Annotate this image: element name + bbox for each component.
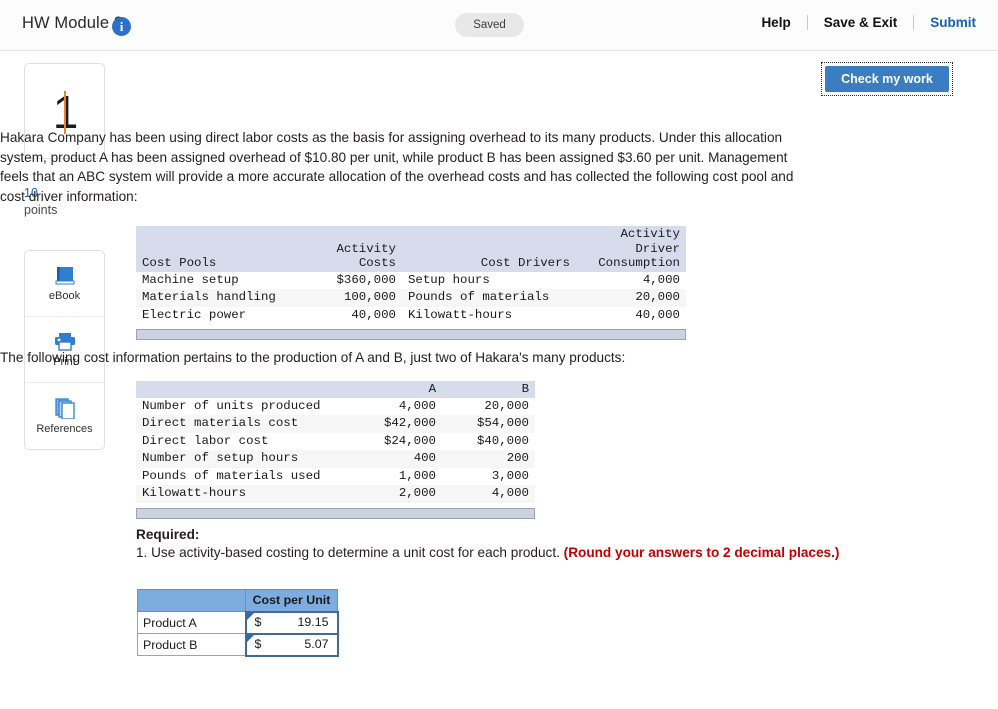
answer-input-product-a[interactable]: $ 19.15	[246, 612, 338, 634]
row-label-product-b: Product B	[138, 634, 246, 656]
cell: Direct materials cost	[136, 415, 349, 433]
table-row: Direct materials cost $42,000 $54,000	[136, 415, 535, 433]
table-row: Number of setup hours 400 200	[136, 450, 535, 468]
tool-label: References	[36, 423, 92, 435]
table-row: Electric power 40,000 Kilowatt-hours 40,…	[136, 307, 686, 325]
answer-value: 19.15	[297, 615, 328, 629]
col-header-b: B	[442, 381, 535, 398]
table-row: Kilowatt-hours 2,000 4,000	[136, 485, 535, 503]
cell: Number of units produced	[136, 398, 349, 416]
required-rounding-note: (Round your answers to 2 decimal places.…	[564, 545, 840, 560]
cell: 3,000	[442, 468, 535, 486]
product-cost-table-wrapper: A B Number of units produced 4,000 20,00…	[136, 381, 535, 519]
product-cost-table: A B Number of units produced 4,000 20,00…	[136, 381, 535, 503]
comment-marker-icon	[247, 635, 254, 642]
answer-input-product-b[interactable]: $ 5.07	[246, 634, 338, 656]
cell: Number of setup hours	[136, 450, 349, 468]
cell: 100,000	[298, 289, 402, 307]
cell: $360,000	[298, 272, 402, 290]
table-row: Product A $ 19.15	[138, 612, 338, 634]
required-item-1: 1. Use activity-based costing to determi…	[136, 545, 839, 560]
cell: Kilowatt-hours	[136, 485, 349, 503]
table-row: Machine setup $360,000 Setup hours 4,000	[136, 272, 686, 290]
cell: $42,000	[349, 415, 442, 433]
problem-paragraph-1: Hakara Company has been using direct lab…	[0, 128, 818, 206]
currency-symbol: $	[255, 637, 262, 651]
tool-references[interactable]: References	[25, 383, 104, 449]
cell: 400	[349, 450, 442, 468]
cell: $40,000	[442, 433, 535, 451]
info-icon[interactable]: i	[112, 17, 131, 36]
horizontal-scrollbar[interactable]	[136, 329, 686, 340]
col-header-cost-drivers: Cost Drivers	[402, 226, 576, 272]
row-label-product-a: Product A	[138, 612, 246, 634]
table-row: Product B $ 5.07	[138, 634, 338, 656]
tool-label: eBook	[49, 290, 80, 302]
cell: Kilowatt-hours	[402, 307, 576, 325]
save-and-exit-link[interactable]: Save & Exit	[808, 15, 914, 30]
status-badge-saved: Saved	[455, 13, 524, 37]
cell: Machine setup	[136, 272, 298, 290]
table-row: Pounds of materials used 1,000 3,000	[136, 468, 535, 486]
check-my-work-focus-ring: Check my work	[821, 62, 953, 96]
answer-table: Cost per Unit Product A $ 19.15 Product …	[137, 589, 339, 657]
submit-link[interactable]: Submit	[914, 15, 976, 30]
cell: $54,000	[442, 415, 535, 433]
cell: Direct labor cost	[136, 433, 349, 451]
cell: 20,000	[576, 289, 686, 307]
table-row: Materials handling 100,000 Pounds of mat…	[136, 289, 686, 307]
cell: 1,000	[349, 468, 442, 486]
cell: Materials handling	[136, 289, 298, 307]
cell: Setup hours	[402, 272, 576, 290]
table-header-row: Cost per Unit	[138, 590, 338, 612]
problem-paragraph-2: The following cost information pertains …	[0, 348, 818, 368]
cell: 40,000	[576, 307, 686, 325]
required-heading: Required:	[136, 527, 199, 542]
table-header-row: Cost Pools Activity Costs Cost Drivers A…	[136, 226, 686, 272]
col-header-blank	[136, 381, 349, 398]
top-header-bar: HW Module 2 i Saved Help Save & Exit Sub…	[0, 0, 998, 51]
cell: Pounds of materials used	[136, 468, 349, 486]
header-actions: Help Save & Exit Submit	[745, 15, 976, 30]
cell: 40,000	[298, 307, 402, 325]
col-header-blank	[138, 590, 246, 612]
answer-table-wrapper: Cost per Unit Product A $ 19.15 Product …	[137, 589, 339, 657]
tool-ebook[interactable]: eBook	[25, 251, 104, 317]
table-row: Direct labor cost $24,000 $40,000	[136, 433, 535, 451]
col-header-driver-consumption: Activity Driver Consumption	[576, 226, 686, 272]
horizontal-scrollbar[interactable]	[136, 508, 535, 519]
cell: Pounds of materials	[402, 289, 576, 307]
help-link[interactable]: Help	[745, 15, 806, 30]
col-header-activity-costs: Activity Costs	[298, 226, 402, 272]
col-header-a: A	[349, 381, 442, 398]
cost-pool-table-wrapper: Cost Pools Activity Costs Cost Drivers A…	[136, 226, 686, 340]
check-my-work-button[interactable]: Check my work	[825, 66, 949, 92]
cell: Electric power	[136, 307, 298, 325]
cell: 4,000	[349, 398, 442, 416]
currency-symbol: $	[255, 615, 262, 629]
cell: 2,000	[349, 485, 442, 503]
page-title: HW Module 2	[22, 14, 123, 33]
cell: 4,000	[442, 485, 535, 503]
col-header-cost-per-unit: Cost per Unit	[246, 590, 338, 612]
copy-pages-icon	[53, 398, 77, 419]
cost-pool-table: Cost Pools Activity Costs Cost Drivers A…	[136, 226, 686, 324]
answer-value: 5.07	[304, 637, 328, 651]
cell: 200	[442, 450, 535, 468]
table-row: Number of units produced 4,000 20,000	[136, 398, 535, 416]
cell: $24,000	[349, 433, 442, 451]
table-header-row: A B	[136, 381, 535, 398]
book-icon	[54, 266, 76, 286]
cell: 20,000	[442, 398, 535, 416]
col-header-cost-pools: Cost Pools	[136, 226, 298, 272]
comment-marker-icon	[247, 613, 254, 620]
required-item-text: 1. Use activity-based costing to determi…	[136, 545, 564, 560]
cell: 4,000	[576, 272, 686, 290]
